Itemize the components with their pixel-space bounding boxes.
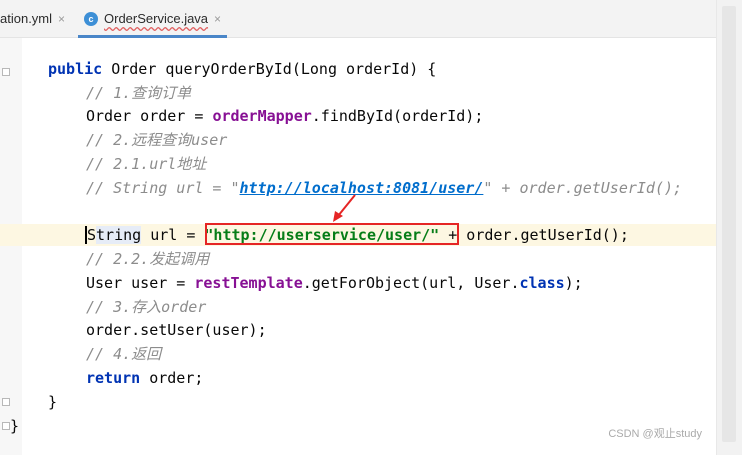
text-caret: S bbox=[85, 226, 97, 244]
close-icon[interactable]: × bbox=[214, 12, 221, 26]
code-line-5: // 2.1.url地址 bbox=[86, 155, 207, 173]
editor-tab-bar: ation.yml × c OrderService.java × bbox=[0, 0, 716, 38]
annotation-arrow-icon bbox=[333, 194, 356, 222]
annotation-highlight-box bbox=[205, 223, 459, 245]
scrollbar-track[interactable] bbox=[722, 6, 736, 442]
code-line-13: return order; bbox=[86, 369, 204, 387]
tab-label: OrderService.java bbox=[104, 11, 209, 26]
code-line-10: // 3.存入order bbox=[86, 298, 207, 316]
url-link[interactable]: http://localhost:8081/user/ bbox=[240, 179, 484, 197]
tab-orderservice-java[interactable]: c OrderService.java × bbox=[78, 0, 228, 38]
code-line-2: // 1.查询订单 bbox=[86, 84, 192, 102]
code-line-12: // 4.返回 bbox=[86, 345, 162, 363]
watermark: CSDN @观止study bbox=[608, 428, 702, 440]
code-line-1: public Order queryOrderById(Long orderId… bbox=[48, 60, 437, 78]
code-line-9: User user = restTemplate.getForObject(ur… bbox=[86, 274, 583, 292]
java-class-icon: c bbox=[84, 11, 98, 26]
right-scroll-panel[interactable] bbox=[716, 0, 742, 455]
close-icon[interactable]: × bbox=[58, 12, 65, 26]
code-line-3: Order order = orderMapper.findById(order… bbox=[86, 107, 484, 125]
code-editor[interactable]: public Order queryOrderById(Long orderId… bbox=[0, 0, 682, 435]
code-line-8: // 2.2.发起调用 bbox=[86, 250, 210, 268]
code-line-15: } bbox=[10, 417, 20, 435]
code-line-4: // 2.远程查询user bbox=[86, 131, 228, 149]
code-line-6: // String url = "http://localhost:8081/u… bbox=[86, 179, 683, 197]
fold-icon[interactable] bbox=[2, 422, 10, 430]
fold-icon[interactable] bbox=[2, 398, 10, 406]
code-line-14: } bbox=[48, 393, 58, 411]
code-line-11: order.setUser(user); bbox=[86, 321, 267, 339]
